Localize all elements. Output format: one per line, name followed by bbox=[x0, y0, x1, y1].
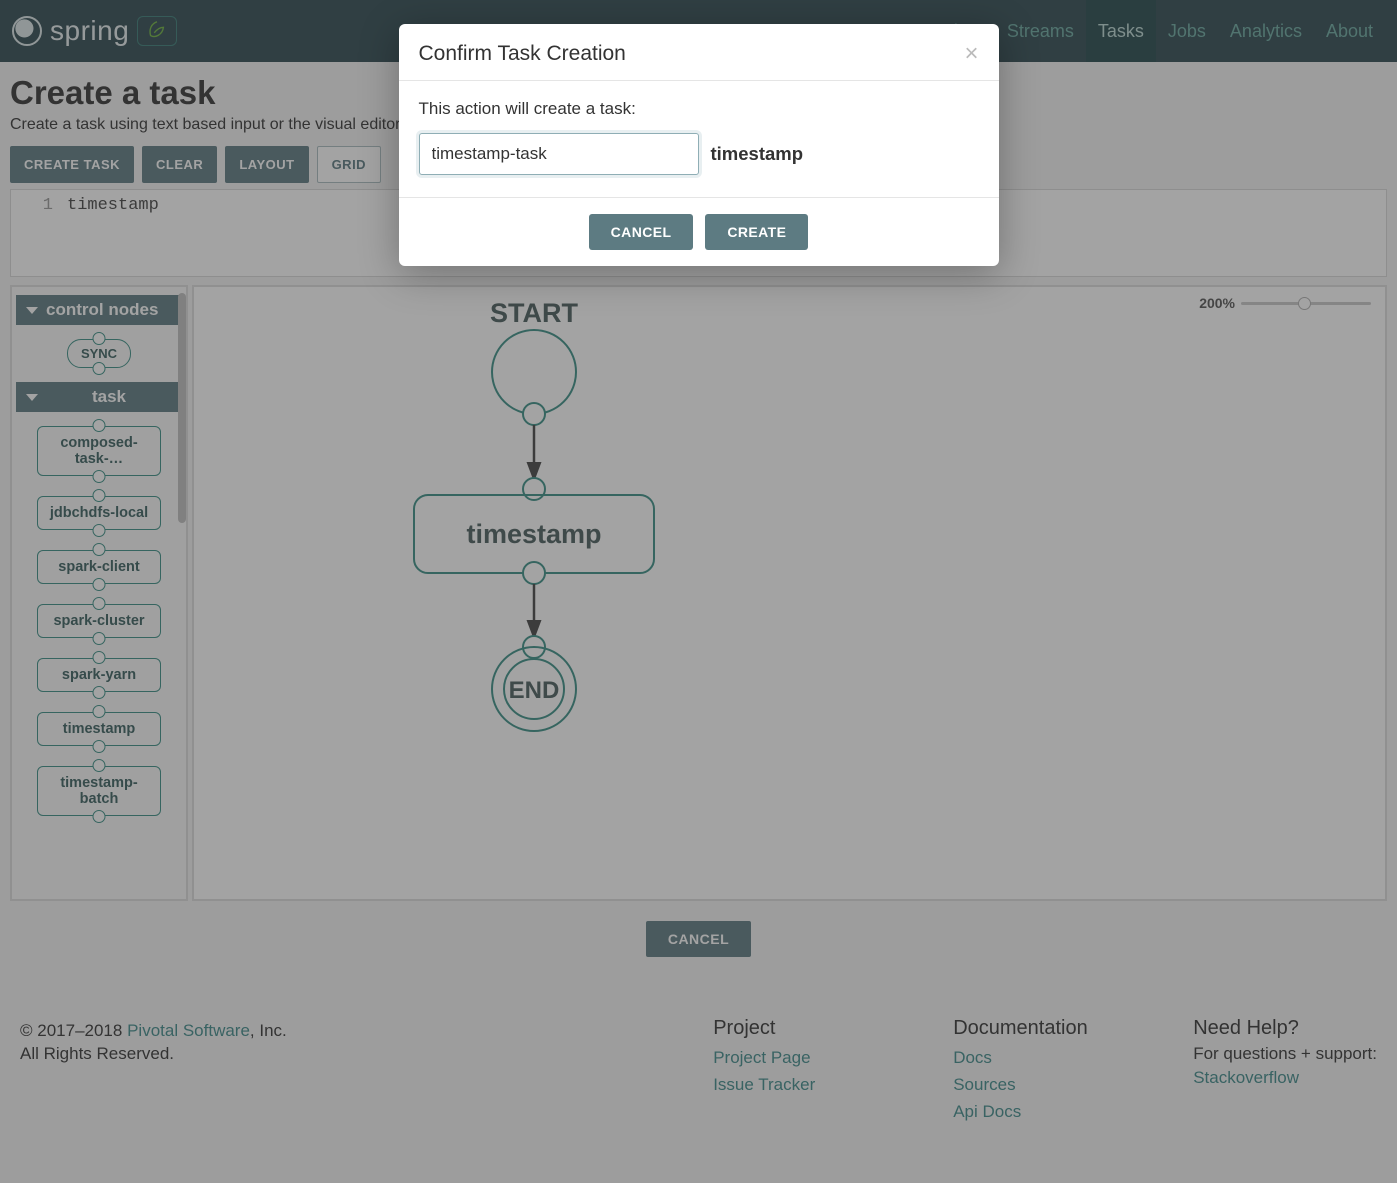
confirm-task-modal: Confirm Task Creation × This action will… bbox=[399, 24, 999, 266]
task-name-input[interactable] bbox=[419, 133, 699, 175]
modal-title: Confirm Task Creation bbox=[419, 42, 626, 66]
modal-create-button[interactable]: CREATE bbox=[705, 214, 808, 250]
modal-overlay[interactable]: Confirm Task Creation × This action will… bbox=[0, 0, 1397, 1183]
modal-message: This action will create a task: bbox=[419, 99, 979, 119]
close-icon[interactable]: × bbox=[964, 42, 978, 66]
task-definition-label: timestamp bbox=[711, 143, 804, 165]
modal-cancel-button[interactable]: CANCEL bbox=[589, 214, 694, 250]
